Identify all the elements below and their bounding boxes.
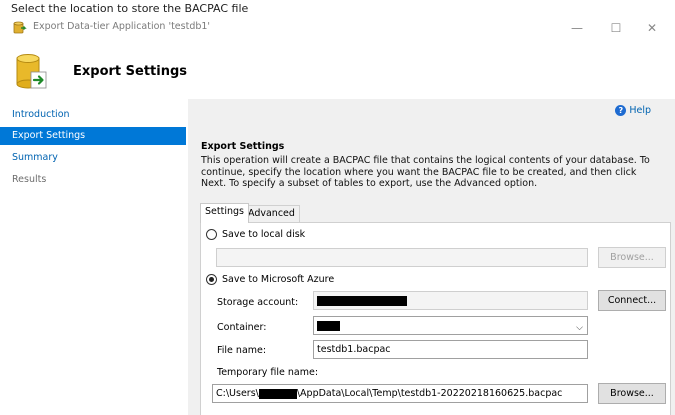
tab-settings[interactable]: Settings [200, 203, 249, 223]
container-label: Container: [217, 322, 267, 333]
section-description: This operation will create a BACPAC file… [201, 155, 650, 189]
redacted-storage-account [317, 295, 407, 306]
local-disk-option[interactable]: Save to local disk [206, 229, 305, 240]
caption-text: Select the location to store the BACPAC … [11, 2, 249, 15]
wizard-nav: Introduction Export Settings Summary Res… [0, 99, 188, 415]
nav-item-export-settings[interactable]: Export Settings [0, 127, 186, 145]
window-title: Export Data-tier Application 'testdb1' [33, 21, 211, 32]
tab-advanced[interactable]: Advanced [243, 205, 300, 222]
help-label: Help [629, 105, 651, 116]
maximize-button[interactable]: ☐ [606, 19, 626, 37]
temp-file-input[interactable]: C:\Users\ \AppData\Local\Temp\testdb1-202… [212, 384, 588, 403]
database-export-icon [13, 21, 27, 34]
container-select[interactable]: ⌵ [313, 316, 588, 335]
storage-account-label: Storage account: [217, 297, 299, 308]
help-link[interactable]: ? Help [615, 105, 651, 116]
page-title: Export Settings [73, 64, 188, 79]
temp-path-suffix: \AppData\Local\Temp\testdb1-202202181606… [296, 388, 563, 399]
help-icon: ? [615, 105, 627, 116]
nav-item-results: Results [12, 174, 47, 185]
local-disk-label: Save to local disk [222, 229, 306, 240]
title-bar: Export Data-tier Application 'testdb1' —… [0, 18, 675, 40]
local-browse-button[interactable]: Browse... [598, 247, 666, 268]
temp-file-label: Temporary file name: [217, 367, 319, 378]
azure-radio[interactable] [206, 274, 217, 285]
azure-label: Save to Microsoft Azure [222, 274, 335, 285]
settings-panel: Save to local disk Browse... Save to Mic… [200, 222, 671, 415]
section-title: Export Settings [201, 141, 285, 152]
redacted-username [258, 388, 297, 399]
file-name-label: File name: [217, 345, 267, 356]
chevron-down-icon[interactable]: ⌵ [576, 320, 583, 334]
local-path-input[interactable] [216, 248, 588, 267]
wizard-header: Export Settings [0, 40, 675, 98]
minimize-button[interactable]: — [567, 19, 587, 37]
close-button[interactable]: ✕ [642, 19, 662, 37]
file-name-input[interactable]: testdb1.bacpac [313, 340, 588, 359]
nav-item-introduction[interactable]: Introduction [0, 106, 186, 124]
nav-item-summary[interactable]: Summary [0, 149, 186, 167]
storage-account-field[interactable] [313, 291, 588, 310]
redacted-container [317, 320, 340, 331]
temp-path-prefix: C:\Users\ [216, 388, 259, 399]
connect-button[interactable]: Connect... [598, 290, 666, 311]
azure-option[interactable]: Save to Microsoft Azure [206, 274, 334, 285]
main-content: ? Help Export Settings This operation wi… [188, 99, 675, 415]
database-export-icon [16, 54, 47, 89]
temp-browse-button[interactable]: Browse... [598, 383, 666, 404]
local-disk-radio[interactable] [206, 229, 217, 240]
